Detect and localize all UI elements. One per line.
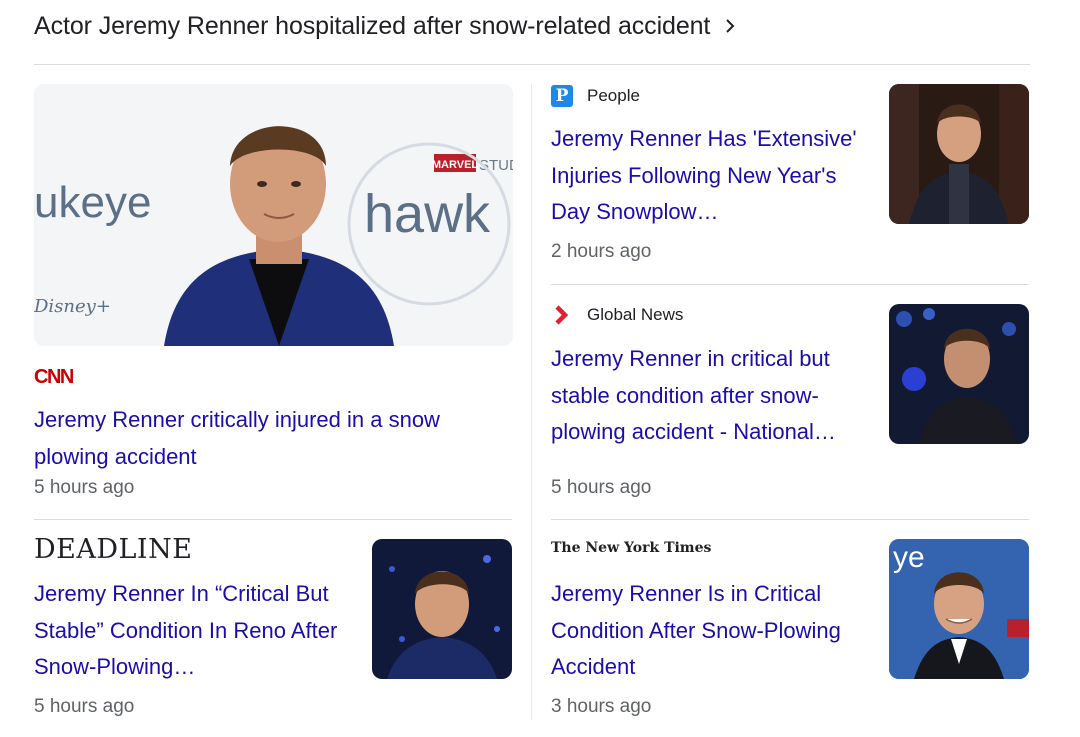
main-story-title[interactable]: Jeremy Renner critically injured in a sn…	[34, 402, 504, 475]
source-name-deadline: DEADLINE	[34, 534, 193, 565]
story-thumbnail-people[interactable]	[889, 84, 1029, 224]
story-thumbnail-deadline[interactable]	[372, 539, 512, 679]
story-time-deadline: 5 hours ago	[34, 696, 135, 717]
story-cluster-title: Actor Jeremy Renner hospitalized after s…	[34, 11, 711, 40]
story-title-people[interactable]: Jeremy Renner Has 'Extensive' Injuries F…	[551, 121, 876, 231]
story-title-deadline[interactable]: Jeremy Renner In “Critical But Stable” C…	[34, 576, 354, 686]
main-story-image[interactable]: ukeye hawk MARVEL STUD Disney+ +	[34, 84, 513, 346]
nyt-image-text: ye	[893, 541, 925, 574]
main-story-time: 5 hours ago	[34, 477, 135, 498]
row-divider	[34, 519, 512, 520]
image-disney: Disney+	[34, 296, 111, 317]
source-nyt: The New York Times	[551, 539, 711, 557]
story-time-nyt: 3 hours ago	[551, 696, 652, 717]
image-word-left: ukeye	[34, 178, 151, 227]
story-thumbnail-nyt[interactable]: ye	[889, 539, 1029, 679]
source-people: P People	[551, 85, 640, 107]
story-time-global-news: 5 hours ago	[551, 477, 652, 498]
story-thumbnail-global-news[interactable]	[889, 304, 1029, 444]
row-divider	[551, 519, 1029, 520]
cnn-logo: CNN	[34, 366, 74, 390]
image-word-right: hawk	[364, 184, 491, 244]
story-time-people: 2 hours ago	[551, 241, 652, 262]
story-title-global-news[interactable]: Jeremy Renner in critical but stable con…	[551, 341, 876, 451]
source-global-news: Global News	[551, 304, 683, 326]
header-divider	[34, 64, 1030, 65]
source-name-people: People	[587, 86, 640, 105]
global-news-logo-icon	[551, 304, 573, 326]
story-title-nyt[interactable]: Jeremy Renner Is in Critical Condition A…	[551, 576, 876, 686]
column-divider	[531, 84, 532, 720]
chevron-right-icon	[722, 18, 738, 34]
source-name-global-news: Global News	[587, 305, 684, 324]
story-cluster-header[interactable]: Actor Jeremy Renner hospitalized after s…	[34, 8, 738, 44]
source-name-cnn: CNN	[34, 366, 74, 388]
row-divider	[551, 284, 1029, 285]
people-logo-icon: P	[551, 85, 573, 107]
source-name-nyt: The New York Times	[551, 540, 712, 556]
deadline-logo: DEADLINE	[34, 534, 192, 565]
image-marvel: MARVEL	[432, 159, 479, 171]
